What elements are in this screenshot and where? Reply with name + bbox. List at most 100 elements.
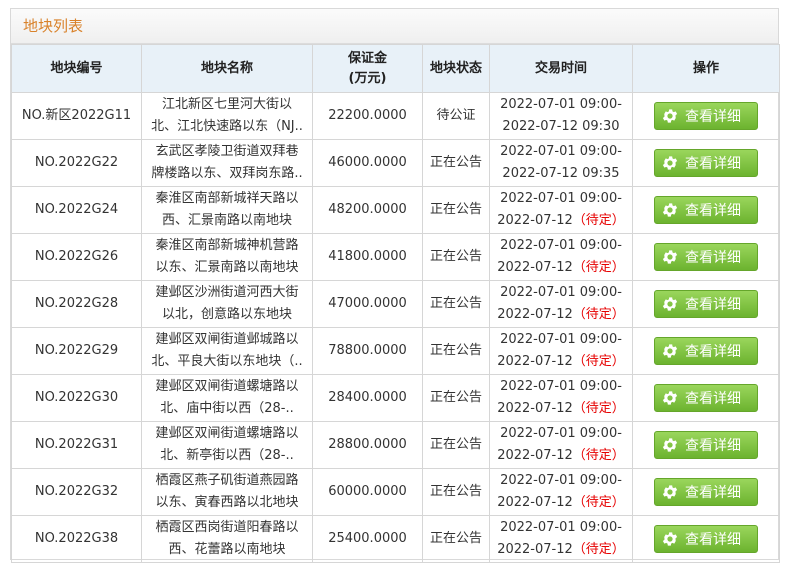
view-detail-button[interactable]: 查看详细 (654, 102, 758, 130)
cell-code: NO.2022G22 (11, 139, 142, 187)
cell-name-line1: 玄武区孝陵卫街道双拜巷 (155, 144, 299, 159)
cell-code: NO.2022G28 (11, 280, 142, 328)
view-detail-button[interactable]: 查看详细 (654, 149, 758, 177)
col-action: 操作 (632, 44, 780, 93)
time-pending-note: （待定） (572, 307, 625, 322)
view-detail-button[interactable]: 查看详细 (654, 478, 758, 506)
cell-deposit: 47000.0000 (312, 280, 423, 328)
cell-deposit: 41800.0000 (312, 233, 423, 281)
cell-time-start: 2022-07-01 09:00- (500, 379, 622, 394)
cell-time-start: 2022-07-01 09:00- (500, 144, 622, 159)
cell-time-end: 2022-07-12（待定） (492, 398, 630, 420)
col-code: 地块编号 (11, 44, 142, 93)
view-detail-button[interactable]: 查看详细 (654, 290, 758, 318)
view-detail-button[interactable]: 查看详细 (654, 196, 758, 224)
table-row: NO.2022G31 建邺区双闸街道螺塘路以 北、新亭街以西（28-.. 288… (11, 421, 780, 469)
cell-status: 正在公告 (422, 139, 490, 187)
time-end-date: 2022-07-12 (497, 542, 573, 557)
view-detail-button[interactable]: 查看详细 (654, 337, 758, 365)
cell-status: 正在公告 (422, 421, 490, 469)
cell-time: 2022-07-01 09:00- 2022-07-12（待定） (489, 280, 633, 328)
time-end-date: 2022-07-12 (497, 448, 573, 463)
cell-action: 查看详细 (632, 515, 780, 563)
cell-time-start: 2022-07-01 09:00- (500, 238, 622, 253)
cell-time-start: 2022-07-01 09:00- (500, 191, 622, 206)
gear-icon (662, 202, 678, 217)
view-detail-button[interactable]: 查看详细 (654, 384, 758, 412)
cell-action: 查看详细 (632, 92, 780, 140)
cell-deposit: 28800.0000 (312, 421, 423, 469)
cell-name-line1: 秦淮区南部新城神机营路 (155, 238, 299, 253)
cell-time-start: 2022-07-01 09:00- (500, 332, 622, 347)
cell-code: NO.2022G29 (11, 327, 142, 375)
cell-time-end: 2022-07-12（待定） (492, 304, 630, 326)
cell-action: 查看详细 (632, 139, 780, 187)
gear-icon (662, 249, 678, 264)
cell-time-start: 2022-07-01 09:00- (500, 285, 622, 300)
cell-action: 查看详细 (632, 374, 780, 422)
cell-deposit: 78800.0000 (312, 327, 423, 375)
cell-time-end: 2022-07-12（待定） (492, 539, 630, 561)
view-detail-button[interactable]: 查看详细 (654, 431, 758, 459)
col-status: 地块状态 (422, 44, 490, 93)
cell-name-line2: 西、汇景南路以南地块 (161, 213, 292, 228)
cell-time-end: 2022-07-12（待定） (492, 210, 630, 232)
cell-name-line1: 江北新区七里河大街以 (161, 97, 292, 112)
view-detail-label: 查看详细 (685, 156, 741, 172)
cell-code: NO.2022G24 (11, 186, 142, 234)
table-row: NO.2022G26 秦淮区南部新城神机营路 以东、汇景南路以南地块 41800… (11, 233, 780, 281)
cell-name: 栖霞区西岗街道阳春路以 西、花蕾路以南地块 (141, 515, 313, 563)
cell-name-line2: 牌楼路以东、双拜岗东路.. (151, 166, 303, 181)
time-end-date: 2022-07-12 09:30 (502, 119, 620, 134)
land-table: 地块编号 地块名称 保证金 (万元) 地块状态 交易时间 操作 NO.新区202… (11, 44, 780, 563)
cell-code: NO.2022G31 (11, 421, 142, 469)
view-detail-label: 查看详细 (685, 297, 741, 313)
cell-name: 建邺区沙洲街道河西大街 以北，创意路以东地块 (141, 280, 313, 328)
time-pending-note: （待定） (572, 542, 625, 557)
cell-deposit: 25400.0000 (312, 515, 423, 563)
cell-name: 建邺区双闸街道邺城路以 北、平良大街以东地块（.. (141, 327, 313, 375)
cell-code: NO.新区2022G11 (11, 92, 142, 140)
cell-time: 2022-07-01 09:00- 2022-07-12（待定） (489, 515, 633, 563)
cell-action: 查看详细 (632, 327, 780, 375)
cell-name-line2: 西、花蕾路以南地块 (168, 542, 286, 557)
cell-time: 2022-07-01 09:00- 2022-07-12（待定） (489, 186, 633, 234)
table-row: NO.2022G32 栖霞区燕子矶街道燕园路 以东、寅春西路以北地块 60000… (11, 468, 780, 516)
view-detail-button[interactable]: 查看详细 (654, 243, 758, 271)
cell-name-line1: 建邺区双闸街道螺塘路以 (155, 426, 299, 441)
cell-time: 2022-07-01 09:00- 2022-07-12 09:35 (489, 139, 633, 187)
table-row: NO.新区2022G11 江北新区七里河大街以 北、江北快速路以东（NJ.. 2… (11, 92, 780, 140)
cell-status: 正在公告 (422, 233, 490, 281)
view-detail-label: 查看详细 (685, 391, 741, 407)
gear-icon (662, 484, 678, 499)
cell-status: 正在公告 (422, 280, 490, 328)
cell-time: 2022-07-01 09:00- 2022-07-12 09:30 (489, 92, 633, 140)
view-detail-label: 查看详细 (685, 485, 741, 501)
cell-name-line2: 北、新亭街以西（28-.. (160, 448, 294, 463)
cell-deposit: 46000.0000 (312, 139, 423, 187)
cell-name-line2: 以东、汇景南路以南地块 (155, 260, 299, 275)
view-detail-label: 查看详细 (685, 203, 741, 219)
cell-name-line2: 北、平良大街以东地块（.. (151, 354, 303, 369)
cell-time-end: 2022-07-12（待定） (492, 445, 630, 467)
cell-action: 查看详细 (632, 421, 780, 469)
gear-icon (662, 390, 678, 405)
col-deposit-line1: 保证金 (347, 50, 387, 66)
view-detail-label: 查看详细 (685, 344, 741, 360)
time-pending-note: （待定） (572, 354, 625, 369)
cell-name: 建邺区双闸街道螺塘路以 北、新亭街以西（28-.. (141, 421, 313, 469)
cell-name: 建邺区双闸街道螺塘路以 北、庙中街以西（28-.. (141, 374, 313, 422)
time-pending-note: （待定） (572, 401, 625, 416)
cell-action: 查看详细 (632, 468, 780, 516)
land-list-panel: 地块列表 地块编号 地块名称 保证金 (万元) 地块状态 交易时间 操作 NO.… (10, 8, 780, 563)
time-end-date: 2022-07-12 09:35 (502, 166, 620, 181)
view-detail-button[interactable]: 查看详细 (654, 525, 758, 553)
table-row: NO.2022G24 秦淮区南部新城祥天路以 西、汇景南路以南地块 48200.… (11, 186, 780, 234)
table-row: NO.2022G22 玄武区孝陵卫街道双拜巷 牌楼路以东、双拜岗东路.. 460… (11, 139, 780, 187)
col-deposit: 保证金 (万元) (312, 44, 423, 93)
cell-name: 秦淮区南部新城祥天路以 西、汇景南路以南地块 (141, 186, 313, 234)
col-time: 交易时间 (489, 44, 633, 93)
cell-name-line2: 北、庙中街以西（28-.. (160, 401, 294, 416)
col-deposit-line2: (万元) (348, 70, 387, 86)
cell-action: 查看详细 (632, 280, 780, 328)
